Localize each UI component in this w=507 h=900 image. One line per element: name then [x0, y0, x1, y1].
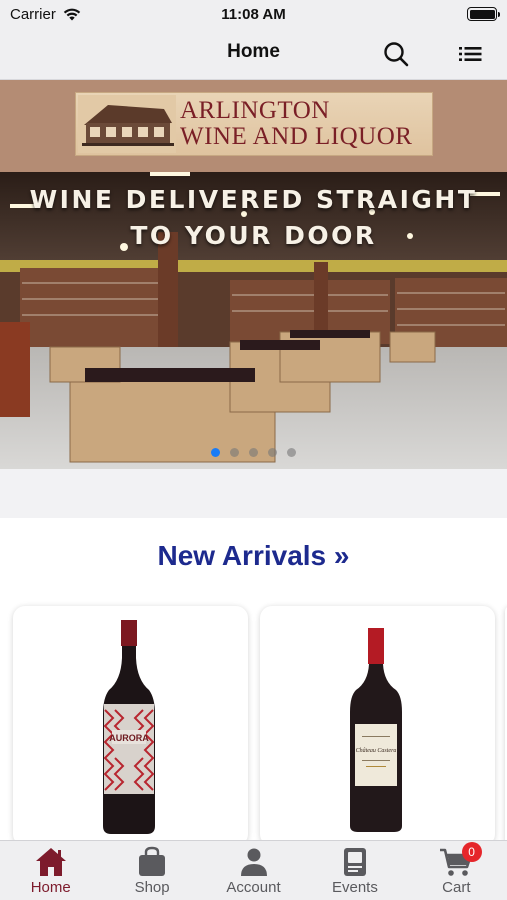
wine-bottle-icon: Château Castera: [350, 628, 402, 832]
wifi-icon: [63, 8, 81, 21]
carousel-dot[interactable]: [211, 448, 220, 457]
person-icon: [240, 848, 267, 876]
store-logo[interactable]: ARLINGTON WINE AND LIQUOR: [75, 92, 433, 156]
home-icon: [35, 848, 66, 876]
bottle-label-text: AURORA: [109, 733, 149, 743]
carousel-dot[interactable]: [287, 448, 296, 457]
carousel-dots: [0, 448, 507, 457]
tab-home[interactable]: Home: [0, 841, 101, 900]
cart-badge: 0: [461, 842, 482, 862]
tab-label: Events: [331, 879, 378, 896]
storefront-sketch-icon: [78, 95, 176, 153]
tab-label: Home: [30, 879, 71, 896]
carousel-dot[interactable]: [230, 448, 239, 457]
tab-events[interactable]: Events: [304, 841, 405, 900]
carousel-dot[interactable]: [268, 448, 277, 457]
carousel-dot[interactable]: [249, 448, 258, 457]
carrier-label: Carrier: [10, 5, 56, 23]
list-menu-icon[interactable]: [456, 40, 484, 68]
logo-text: ARLINGTON WINE AND LIQUOR: [180, 98, 412, 150]
tab-label: Account: [226, 879, 281, 896]
bag-icon: [139, 846, 166, 876]
product-card[interactable]: Château Castera: [260, 606, 495, 846]
page-title: Home: [227, 41, 280, 62]
events-icon: [343, 848, 366, 876]
tab-label: Cart: [442, 879, 471, 896]
status-left: Carrier: [10, 6, 82, 23]
tab-bar: Home Shop Account Events 0 Cart: [0, 840, 507, 900]
bottle-label-text: Château Castera: [356, 748, 397, 754]
wine-bottle-icon: AURORA: [103, 620, 155, 834]
logo-banner: ARLINGTON WINE AND LIQUOR: [0, 80, 507, 172]
status-bar: Carrier 11:08 AM: [0, 0, 507, 28]
hero-carousel[interactable]: WINE DELIVERED STRAIGHT TO YOUR DOOR: [0, 172, 507, 469]
search-icon[interactable]: [382, 40, 410, 68]
product-card[interactable]: AURORA: [13, 606, 248, 846]
nav-bar: Home: [0, 28, 507, 80]
battery-icon: [467, 7, 500, 21]
tab-account[interactable]: Account: [203, 841, 304, 900]
new-arrivals-section: New Arrivals » AURORA Château Castera: [0, 518, 507, 846]
logo-line-1: ARLINGTON: [180, 97, 330, 124]
tab-label: Shop: [134, 879, 170, 896]
logo-line-2: WINE AND LIQUOR: [180, 123, 413, 150]
new-arrivals-link[interactable]: New Arrivals »: [0, 540, 507, 572]
hero-headline: WINE DELIVERED STRAIGHT TO YOUR DOOR: [29, 185, 478, 250]
tab-shop[interactable]: Shop: [101, 841, 202, 900]
tab-cart[interactable]: 0 Cart: [406, 841, 507, 900]
